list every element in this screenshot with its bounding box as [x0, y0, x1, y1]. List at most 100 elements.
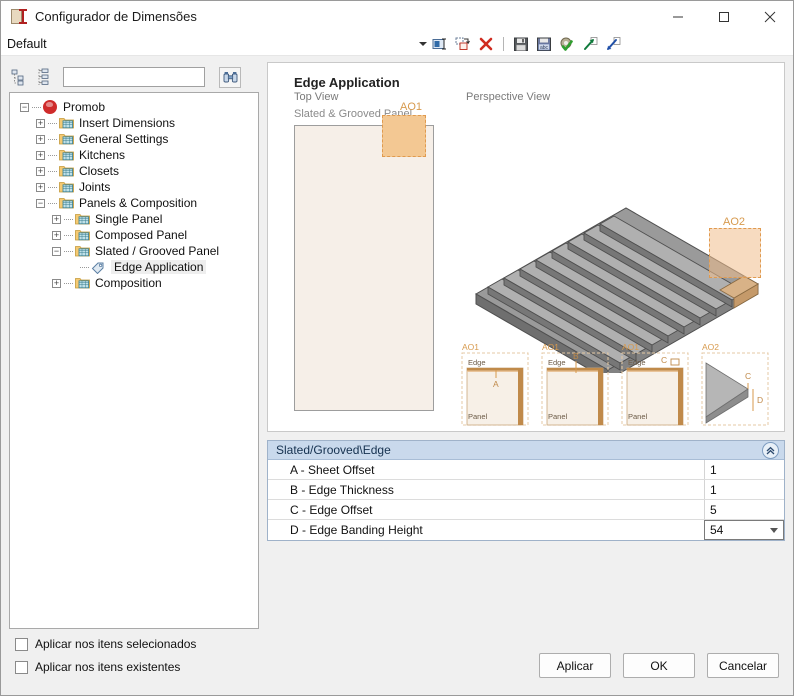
tree-connector — [32, 106, 41, 108]
collapse-node-icon[interactable]: − — [20, 102, 29, 112]
top-view-diagram — [294, 125, 434, 411]
svg-text:AO2: AO2 — [702, 343, 719, 352]
search-input[interactable] — [64, 68, 204, 86]
expand-node-icon[interactable]: + — [36, 182, 45, 192]
configuration-select-value[interactable]: Default — [1, 37, 47, 51]
folder-icon — [75, 276, 91, 290]
tree-item-promob[interactable]: − Promob — [14, 99, 254, 115]
promob-icon — [43, 100, 59, 114]
svg-text:AO1: AO1 — [542, 343, 559, 352]
property-row: B - Edge Thickness 1 — [268, 480, 784, 500]
svg-text:Panel: Panel — [628, 412, 648, 421]
folder-icon — [59, 132, 75, 146]
detail-diagrams: AO1 Edge Panel A AO1 Edge Panel B AO1 Ed… — [461, 343, 769, 426]
tree-view[interactable]: − Promob + Insert Dimensions + General Settin… — [9, 92, 259, 629]
tree-item-label: Slated / Grooved Panel — [95, 244, 220, 258]
tree-connector — [48, 138, 57, 140]
config-toolbar: abc — [431, 32, 622, 56]
tree-item-edge-application[interactable]: Edge Application — [14, 259, 254, 275]
preview-panel: Edge Application Top View Perspective Vi… — [267, 62, 785, 432]
property-value-input[interactable]: 1 — [704, 460, 784, 479]
tree-item-single-panel[interactable]: + Single Panel — [14, 211, 254, 227]
tree-item-composed-panel[interactable]: + Composed Panel — [14, 227, 254, 243]
tree-connector — [64, 282, 73, 284]
property-value-text: 5 — [710, 502, 717, 517]
collapse-section-button[interactable] — [762, 442, 779, 459]
collapse-node-icon[interactable]: − — [36, 198, 45, 208]
tree-search-box[interactable] — [63, 67, 205, 87]
chevron-down-icon[interactable] — [419, 41, 427, 46]
export-icon[interactable] — [581, 35, 599, 53]
svg-text:AO1: AO1 — [462, 343, 479, 352]
folder-icon — [75, 212, 91, 226]
properties-panel: Slated/Grooved\Edge A - Sheet Offset 1 B -… — [267, 440, 785, 541]
property-value-combobox[interactable]: 54 — [704, 520, 784, 540]
ao2-tag-label: AO2 — [723, 216, 746, 228]
tree-item-panels-composition[interactable]: − Panels & Composition — [14, 195, 254, 211]
configuration-bar: Default abc — [1, 32, 793, 56]
apply-settings-icon[interactable] — [558, 35, 576, 53]
expand-node-icon[interactable]: + — [52, 278, 61, 288]
folder-icon — [59, 196, 75, 210]
maximize-button[interactable] — [701, 1, 747, 32]
tree-item-kitchens[interactable]: + Kitchens — [14, 147, 254, 163]
tree-item-general-settings[interactable]: + General Settings — [14, 131, 254, 147]
title-bar: Configurador de Dimensões — [1, 1, 793, 32]
collapse-node-icon[interactable]: − — [52, 246, 61, 256]
import-icon[interactable] — [604, 35, 622, 53]
detail-ao1-a: AO1 Edge Panel A — [461, 343, 529, 426]
chevron-down-icon[interactable] — [770, 528, 778, 533]
tree-panel: − Promob + Insert Dimensions + General Settin… — [9, 62, 259, 629]
property-value-input[interactable]: 5 — [704, 500, 784, 519]
collapse-all-icon[interactable] — [9, 67, 29, 87]
close-button[interactable] — [747, 1, 793, 32]
apply-button[interactable]: Aplicar — [539, 653, 611, 678]
tree-item-slated-grooved-panel[interactable]: − Slated / Grooved Panel — [14, 243, 254, 259]
checkbox-row[interactable]: Aplicar nos itens existentes — [15, 660, 196, 674]
expand-node-icon[interactable]: + — [36, 134, 45, 144]
tree-item-composition[interactable]: + Composition — [14, 275, 254, 291]
expand-node-icon[interactable]: + — [36, 150, 45, 160]
dimension-configurator-window: Configurador de Dimensões Default abc − … — [0, 0, 794, 696]
apply-options: Aplicar nos itens selecionados Aplicar no… — [15, 633, 196, 674]
folder-icon — [59, 116, 75, 130]
tree-item-label: General Settings — [79, 132, 169, 146]
dimension-config-icon — [11, 8, 27, 25]
tree-node-spacer — [68, 263, 77, 272]
property-label: B - Edge Thickness — [290, 482, 394, 497]
expand-node-icon[interactable]: + — [52, 230, 61, 240]
expand-all-icon[interactable] — [35, 67, 55, 87]
checkbox-label: Aplicar nos itens existentes — [35, 660, 181, 674]
rename-icon[interactable] — [431, 35, 449, 53]
delete-icon[interactable] — [477, 35, 495, 53]
expand-node-icon[interactable]: + — [36, 166, 45, 176]
save-as-icon[interactable]: abc — [535, 35, 553, 53]
minimize-button[interactable] — [655, 1, 701, 32]
find-button[interactable] — [219, 66, 241, 88]
tree-item-label: Closets — [79, 164, 120, 178]
maximize-icon — [719, 11, 729, 22]
tree-item-label: Single Panel — [95, 212, 163, 226]
expand-node-icon[interactable]: + — [52, 214, 61, 224]
svg-text:Panel: Panel — [468, 412, 488, 421]
svg-text:B: B — [573, 351, 579, 361]
tree-toolbar — [9, 62, 259, 92]
ok-button[interactable]: OK — [623, 653, 695, 678]
tree-item-joints[interactable]: + Joints — [14, 179, 254, 195]
checkbox-existing-items[interactable] — [15, 660, 28, 674]
properties-header-title: Slated/Grooved\Edge — [276, 443, 391, 457]
tree-item-insert-dimensions[interactable]: + Insert Dimensions — [14, 115, 254, 131]
cancel-button[interactable]: Cancelar — [707, 653, 779, 678]
property-value-input[interactable]: 1 — [704, 480, 784, 499]
detail-ao2: AO2 C D — [701, 343, 769, 426]
save-icon[interactable] — [512, 35, 530, 53]
tree-item-closets[interactable]: + Closets — [14, 163, 254, 179]
tree-item-label: Promob — [63, 100, 106, 114]
checkbox-selected-items[interactable] — [15, 637, 28, 651]
tree-connector — [64, 250, 73, 252]
duplicate-icon[interactable] — [454, 35, 472, 53]
ao2-highlight-region — [709, 228, 761, 278]
expand-node-icon[interactable]: + — [36, 118, 45, 128]
close-icon — [764, 11, 776, 22]
checkbox-row[interactable]: Aplicar nos itens selecionados — [15, 637, 196, 651]
